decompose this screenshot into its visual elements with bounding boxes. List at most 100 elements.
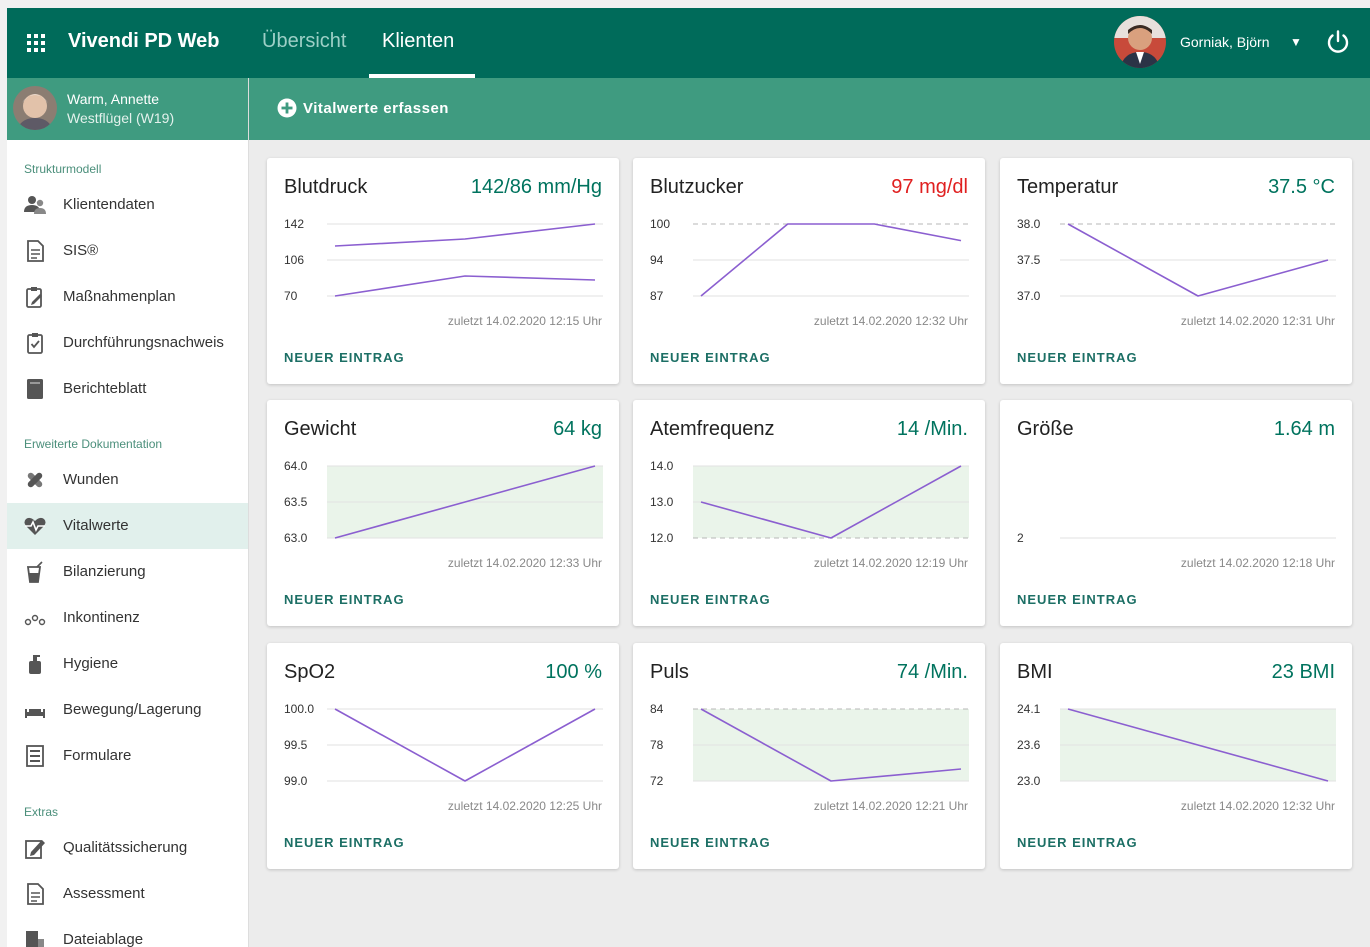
card-timestamp: zuletzt 14.02.2020 12:19 Uhr [813, 556, 968, 570]
client-ward: Westflügel (W19) [67, 110, 175, 126]
card-title: Temperatur [1017, 176, 1119, 198]
chart-tick-label: 106 [284, 253, 304, 267]
card-timestamp: zuletzt 14.02.2020 12:32 Uhr [813, 314, 968, 328]
vital-card-blood-sugar: Blutzucker 97 mg/dl 100 94 87 zuletzt 14.0… [633, 158, 985, 384]
card-title: Blutzucker [650, 176, 744, 198]
tab-overview[interactable]: Übersicht [262, 30, 346, 53]
sidebar-item-label: SIS® [63, 242, 99, 259]
vital-card-blood-pressure: Blutdruck 142/86 mm/Hg 142 106 70 zuletzt … [267, 158, 619, 384]
card-value: 142/86 mm/Hg [470, 176, 602, 198]
new-entry-button[interactable]: NEUER EINTRAG [650, 835, 771, 850]
sidebar-item-movement-positioning[interactable]: Bewegung/Lagerung [7, 687, 248, 733]
card-title: Atemfrequenz [650, 418, 775, 440]
card-title: Puls [650, 661, 689, 683]
new-entry-button[interactable]: NEUER EINTRAG [284, 592, 405, 607]
chart-tick-label: 84 [650, 702, 664, 716]
edit-note-icon [25, 840, 45, 859]
sidebar-item-measures-plan[interactable]: Maßnahmenplan [7, 274, 248, 320]
user-avatar[interactable] [1114, 16, 1166, 68]
card-chart: 38.0 37.5 37.0 [1017, 217, 1336, 303]
sidebar-item-wounds[interactable]: Wunden [7, 457, 248, 503]
card-title: Gewicht [284, 418, 357, 440]
new-entry-button[interactable]: NEUER EINTRAG [284, 835, 405, 850]
card-chart: 2 [1017, 531, 1336, 545]
card-title: Größe [1017, 418, 1074, 440]
user-name[interactable]: Gorniak, Björn [1180, 34, 1269, 50]
card-title: SpO2 [284, 661, 336, 683]
sidebar-item-label: Bilanzierung [63, 563, 146, 580]
section-label-extended-documentation: Erweiterte Dokumentation [24, 437, 163, 451]
chart-series-line [334, 223, 596, 247]
power-icon[interactable] [1325, 29, 1351, 55]
vital-card-respiratory-rate: Atemfrequenz 14 /Min. 14.0 13.0 12.0 zulet… [633, 400, 985, 626]
card-timestamp: zuletzt 14.02.2020 12:31 Uhr [1180, 314, 1335, 328]
section-label-extras: Extras [24, 805, 59, 819]
sidebar-item-label: Durchführungsnachweis [63, 334, 224, 351]
chart-tick-label: 38.0 [1017, 217, 1041, 231]
add-circle-icon [277, 98, 297, 118]
chart-tick-label: 64.0 [284, 459, 308, 473]
card-timestamp: zuletzt 14.02.2020 12:15 Uhr [447, 314, 602, 328]
sidebar-item-quality-assurance[interactable]: Qualitätssicherung [7, 825, 248, 871]
chart-tick-label: 2 [1017, 531, 1024, 545]
app-launcher-icon[interactable] [27, 34, 45, 52]
card-timestamp: zuletzt 14.02.2020 12:32 Uhr [1180, 799, 1335, 813]
new-entry-button[interactable]: NEUER EINTRAG [1017, 835, 1138, 850]
soap-dispenser-icon [29, 655, 41, 674]
sidebar-item-vitals[interactable]: Vitalwerte [7, 503, 248, 549]
clipboard-check-icon [27, 333, 43, 354]
sidebar-item-incontinence[interactable]: Inkontinenz [7, 595, 248, 641]
sidebar-item-balancing[interactable]: Bilanzierung [7, 549, 248, 595]
sidebar-item-label: Hygiene [63, 655, 119, 672]
card-value: 37.5 °C [1268, 176, 1335, 198]
chart-tick-label: 94 [650, 253, 664, 267]
vital-card-spo2: SpO2 100 % 100.0 99.5 99.0 zuletzt 14.02.2… [267, 643, 619, 869]
clipboard-edit-icon [26, 287, 42, 308]
sidebar-item-execution-record[interactable]: Durchführungsnachweis [7, 320, 248, 366]
chart-tick-label: 24.1 [1017, 702, 1041, 716]
form-icon [26, 745, 44, 767]
client-data-icon [24, 196, 46, 214]
sidebar-item-report-sheet[interactable]: Berichteblatt [7, 366, 248, 412]
new-entry-button[interactable]: NEUER EINTRAG [650, 350, 771, 365]
client-name: Warm, Annette [67, 91, 160, 107]
sidebar-item-label: Vitalwerte [63, 517, 129, 534]
sidebar-item-file-storage[interactable]: Dateiablage [7, 917, 248, 947]
sidebar-item-assessment[interactable]: Assessment [7, 871, 248, 917]
sidebar-item-label: Inkontinenz [63, 609, 140, 626]
card-value: 100 % [545, 661, 602, 683]
new-entry-button[interactable]: NEUER EINTRAG [1017, 350, 1138, 365]
chart-tick-label: 78 [650, 738, 664, 752]
chart-tick-label: 87 [650, 289, 664, 303]
tab-clients[interactable]: Klienten [382, 30, 454, 53]
chart-tick-label: 142 [284, 217, 304, 231]
chart-tick-label: 23.6 [1017, 738, 1041, 752]
app-window: Vivendi PD Web Übersicht Klienten Gornia… [7, 8, 1370, 947]
sidebar-item-forms[interactable]: Formulare [7, 733, 248, 779]
notebook-icon [27, 379, 43, 399]
sidebar-item-hygiene[interactable]: Hygiene [7, 641, 248, 687]
vital-card-temperature: Temperatur 37.5 °C 38.0 37.5 37.0 zuletzt … [1000, 158, 1352, 384]
card-title: Blutdruck [284, 176, 368, 198]
new-entry-button[interactable]: NEUER EINTRAG [284, 350, 405, 365]
card-value: 74 /Min. [896, 661, 968, 683]
card-value: 1.64 m [1273, 418, 1335, 440]
client-header[interactable]: Warm, Annette Westflügel (W19) [7, 78, 248, 140]
vital-card-bmi: BMI 23 BMI 24.1 23.6 23.0 zuletzt 14.02.20… [1000, 643, 1352, 869]
chart-tick-label: 12.0 [650, 531, 674, 545]
card-title: BMI [1017, 661, 1053, 683]
card-chart: 14.0 13.0 12.0 [650, 459, 969, 545]
card-value: 14 /Min. [896, 418, 968, 440]
chevron-down-icon[interactable]: ▼ [1290, 35, 1302, 49]
vital-card-pulse: Puls 74 /Min. 84 78 72 zuletzt 14.02.2020 … [633, 643, 985, 869]
new-entry-button[interactable]: NEUER EINTRAG [1017, 592, 1138, 607]
sidebar-item-label: Bewegung/Lagerung [63, 701, 202, 718]
chart-tick-label: 99.0 [284, 774, 308, 788]
vital-card-weight: Gewicht 64 kg 64.0 63.5 63.0 zuletzt 14.02… [267, 400, 619, 626]
sidebar-item-sis[interactable]: SIS® [7, 228, 248, 274]
chart-tick-label: 99.5 [284, 738, 308, 752]
sidebar-item-client-data[interactable]: Klientendaten [7, 182, 248, 228]
chart-tick-label: 63.5 [284, 495, 308, 509]
card-chart: 64.0 63.5 63.0 [284, 459, 603, 545]
new-entry-button[interactable]: NEUER EINTRAG [650, 592, 771, 607]
